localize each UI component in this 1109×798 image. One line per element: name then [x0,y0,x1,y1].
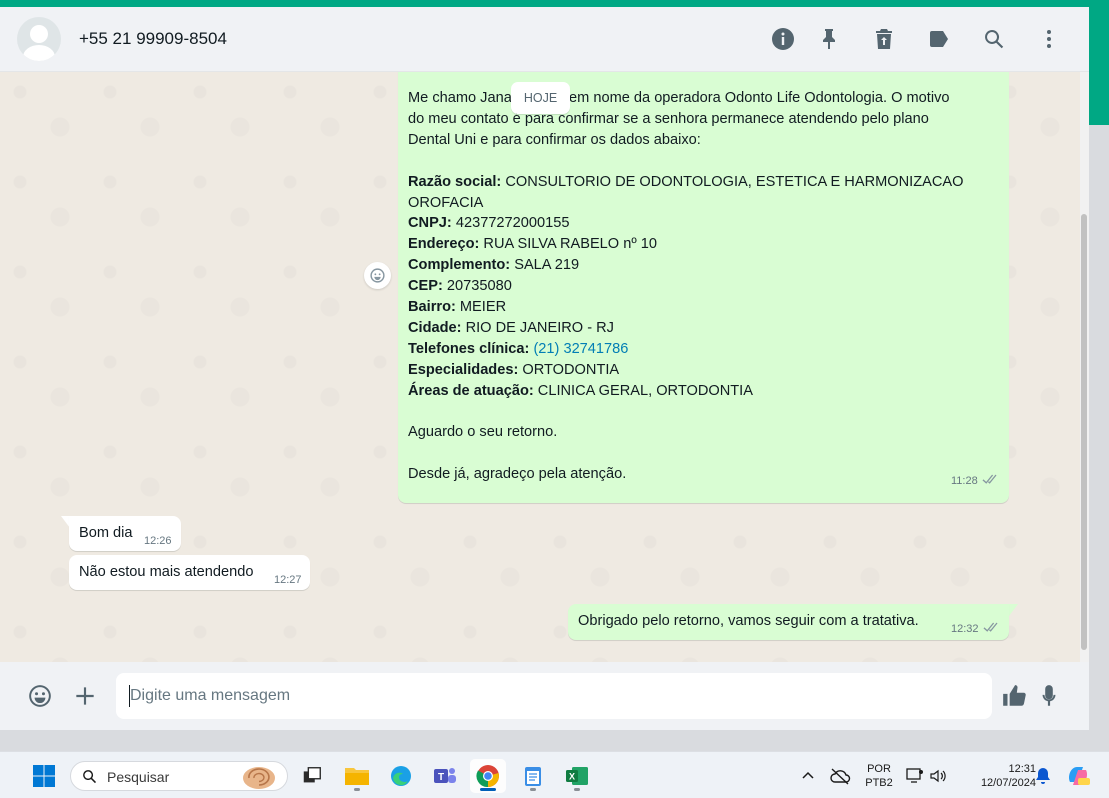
app-top-accent-bar [0,0,1109,7]
window-bottom-gap [0,730,1109,751]
message-meta: 11:28 [951,474,997,488]
clock-date: 12/07/2024 [980,777,1036,789]
excel-icon[interactable]: X [559,759,595,793]
contact-avatar[interactable] [17,17,61,61]
message-text: Não estou mais atendendo [79,564,254,580]
system-clock[interactable]: 12:31 12/07/2024 [960,762,1036,790]
cloud-offline-icon[interactable] [822,759,858,793]
message-time: 11:28 [951,475,978,487]
shell-icon [243,767,275,789]
keyboard-layout: PTB2 [865,777,893,789]
clock-time: 12:31 [1008,763,1036,775]
input-language[interactable]: POR PTB2 [862,762,896,790]
smiley-icon [370,268,385,283]
message-text: Bom dia [79,525,133,541]
app-right-accent-strip [1089,7,1109,125]
contact-name[interactable]: +55 21 99909-8504 [79,29,227,49]
svg-text:T: T [438,772,444,783]
double-check-icon [981,474,997,488]
thumbs-up-icon[interactable] [999,681,1029,711]
notepad-icon[interactable] [515,759,551,793]
windows-start-icon[interactable] [26,759,62,793]
message-composer [0,662,1089,730]
emoji-icon[interactable] [25,681,55,711]
message-time: 12:26 [144,535,172,547]
attach-plus-icon[interactable] [70,681,100,711]
emoji-reaction-button[interactable] [364,262,391,289]
outgoing-message[interactable]: Obrigado pelo retorno, vamos seguir com … [568,604,1009,640]
search-label: Pesquisar [107,769,170,785]
scrollbar-thumb[interactable] [1081,214,1087,650]
language-code: POR [867,763,891,775]
pin-icon[interactable] [815,25,843,53]
edge-browser-icon[interactable] [383,759,419,793]
chrome-browser-icon[interactable] [470,759,506,793]
phone-link[interactable]: (21) 32741786 [529,341,628,357]
message-time: 12:27 [274,574,302,586]
message-time: 12:32 [951,623,979,635]
message-text: Obrigado pelo retorno, vamos seguir com … [578,613,919,629]
outgoing-message[interactable]: Me chamo Jana o em nome da operadora Odon… [398,72,1009,503]
conversation-header: +55 21 99909-8504 [0,7,1089,72]
message-list[interactable]: Me chamo Jana o em nome da operadora Odon… [0,72,1089,662]
date-chip: HOJE [511,82,570,114]
copilot-icon[interactable] [1060,759,1096,793]
text-caret [129,685,130,707]
teams-icon[interactable]: T [427,759,463,793]
taskbar-search[interactable]: Pesquisar [70,761,288,791]
file-explorer-icon[interactable] [339,759,375,793]
message-input[interactable] [116,673,992,719]
chevron-up-icon[interactable] [790,759,826,793]
search-icon [83,770,97,784]
message-text: Me chamo Jana o em nome da operadora Odon… [408,90,964,483]
svg-text:X: X [569,772,575,782]
bubble-tail [1009,604,1018,616]
menu-icon[interactable] [1035,25,1063,53]
incoming-message[interactable]: Bom dia 12:26 [69,516,181,551]
volume-icon[interactable] [924,759,952,793]
incoming-message[interactable]: Não estou mais atendendo 12:27 [69,555,310,590]
message-meta: 12:32 [951,622,998,636]
os-taskbar: Pesquisar T X POR PTB2 12:31 12/07/2024 [0,751,1109,798]
double-check-icon [982,622,998,636]
app-right-gray-strip [1089,125,1109,751]
delete-icon[interactable] [870,25,898,53]
notification-bell-icon[interactable] [1032,759,1054,793]
task-view-icon[interactable] [294,759,330,793]
info-icon[interactable] [769,25,797,53]
label-icon[interactable] [925,25,953,53]
search-icon[interactable] [980,25,1008,53]
microphone-icon[interactable] [1034,681,1064,711]
